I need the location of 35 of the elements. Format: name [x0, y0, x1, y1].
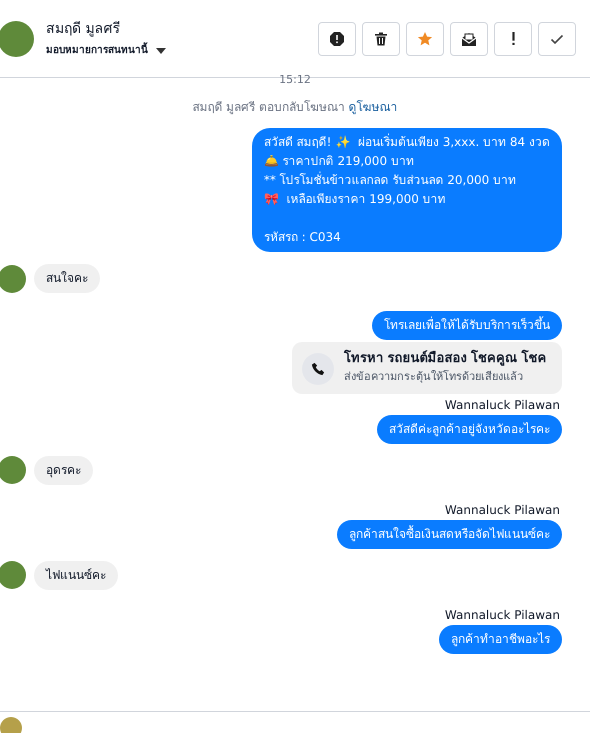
star-button[interactable] [406, 22, 444, 56]
sender-name: Wannaluck Pilawan [444, 398, 560, 412]
message-bubble: ลูกค้าสนใจซื้อเงินสดหรือจัดไฟแนนซ์คะ [337, 520, 562, 548]
envelope-button[interactable] [450, 22, 488, 56]
sender-name: Wannaluck Pilawan [444, 608, 560, 622]
contact-name: สมฤดี มูลศรี [46, 20, 122, 39]
avatar [0, 456, 26, 484]
avatar [0, 20, 34, 56]
call-title: โทรหา รถยนต์มือสอง โชคคูณ โชค [344, 350, 547, 367]
view-ad-link[interactable]: ดูโฆษณา [348, 100, 398, 114]
caret-icon [156, 48, 166, 54]
avatar [0, 716, 22, 733]
phone-icon [302, 353, 334, 385]
trash-button[interactable] [362, 22, 400, 56]
message-bubble: โทรเลยเพื่อให้ได้รับบริการเร็วขึ้น [372, 311, 562, 340]
envelope-icon [461, 30, 477, 46]
avatar [0, 561, 26, 589]
ad-reply-notice: สมฤดี มูลศรี ตอบกลับโฆษณา ดูโฆษณา [191, 99, 399, 116]
assign-dropdown[interactable]: มอบหมายการสนทนานี้ [46, 43, 166, 58]
star-icon [417, 30, 433, 46]
message-bubble: ลูกค้าทำอาชีพอะไร [439, 624, 562, 654]
timestamp: 15:12 [278, 74, 312, 86]
alert-icon [329, 30, 345, 46]
message-bubble: อุดรคะ [34, 456, 93, 484]
sender-name: Wannaluck Pilawan [444, 502, 560, 518]
trash-icon [373, 30, 389, 46]
check-button[interactable] [538, 22, 576, 56]
avatar [0, 264, 26, 292]
message-bubble: ไฟแนนซ์คะ [34, 560, 118, 590]
message-bubble: สวัสดีค่ะลูกค้าอยู่จังหวัดอะไรคะ [377, 414, 562, 444]
message-bubble: สวัสดี สมฤดี! ✨ ผ่อนเริ่มต้นเพียง 3,xxx. บาท 84 งวด 🛎 ราคาปกติ 219,000 บาท ** โปรโมชั่นข้าวแลกลด รับส่วนลด 20,000 บาท 🎀 เหลือเพียงราคา 199,000 บาท รหัสรถ : C034 [252, 128, 562, 252]
alert-button[interactable] [318, 22, 356, 56]
exclamation-icon [512, 32, 514, 45]
call-status: ส่งข้อความกระตุ้นให้โทรด้วยเสียงแล้ว [344, 369, 524, 385]
message-bubble: สนใจคะ [34, 264, 100, 293]
